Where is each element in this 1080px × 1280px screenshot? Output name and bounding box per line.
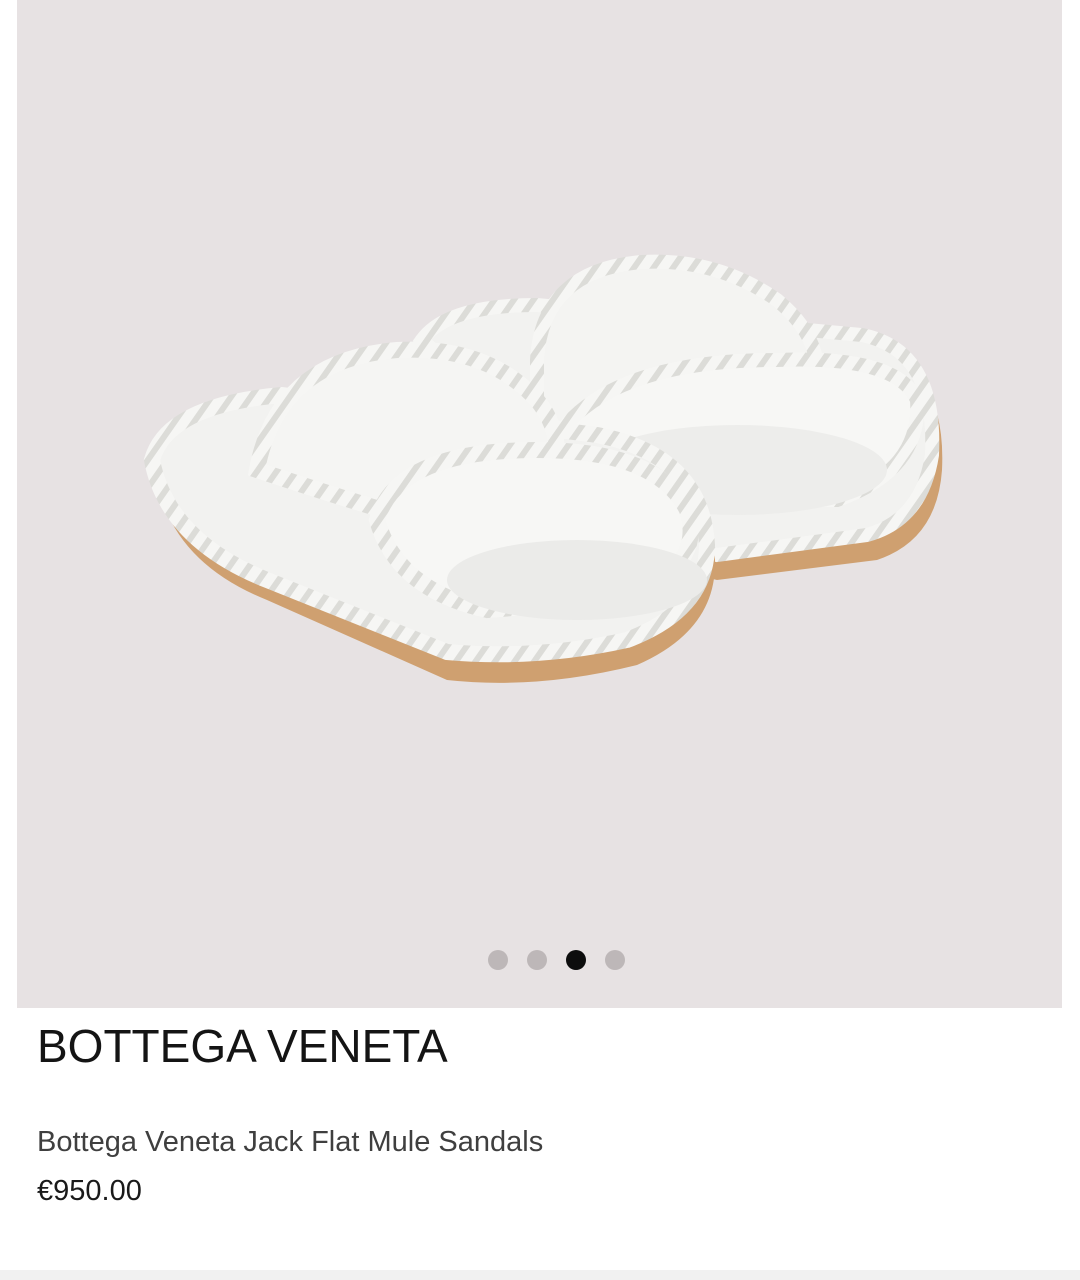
carousel-dot-4[interactable] bbox=[605, 950, 625, 970]
carousel-dots bbox=[34, 950, 1062, 970]
product-image[interactable] bbox=[17, 0, 1062, 1008]
carousel-dot-2[interactable] bbox=[527, 950, 547, 970]
brand-name[interactable]: BOTTEGA VENETA bbox=[37, 1018, 448, 1074]
carousel-dot-1[interactable] bbox=[488, 950, 508, 970]
product-price: €950.00 bbox=[37, 1175, 142, 1207]
carousel-dot-3-active[interactable] bbox=[566, 950, 586, 970]
product-title[interactable]: Bottega Veneta Jack Flat Mule Sandals bbox=[37, 1124, 543, 1160]
bottom-divider bbox=[0, 1270, 1080, 1280]
product-image-gallery[interactable] bbox=[17, 0, 1062, 1008]
